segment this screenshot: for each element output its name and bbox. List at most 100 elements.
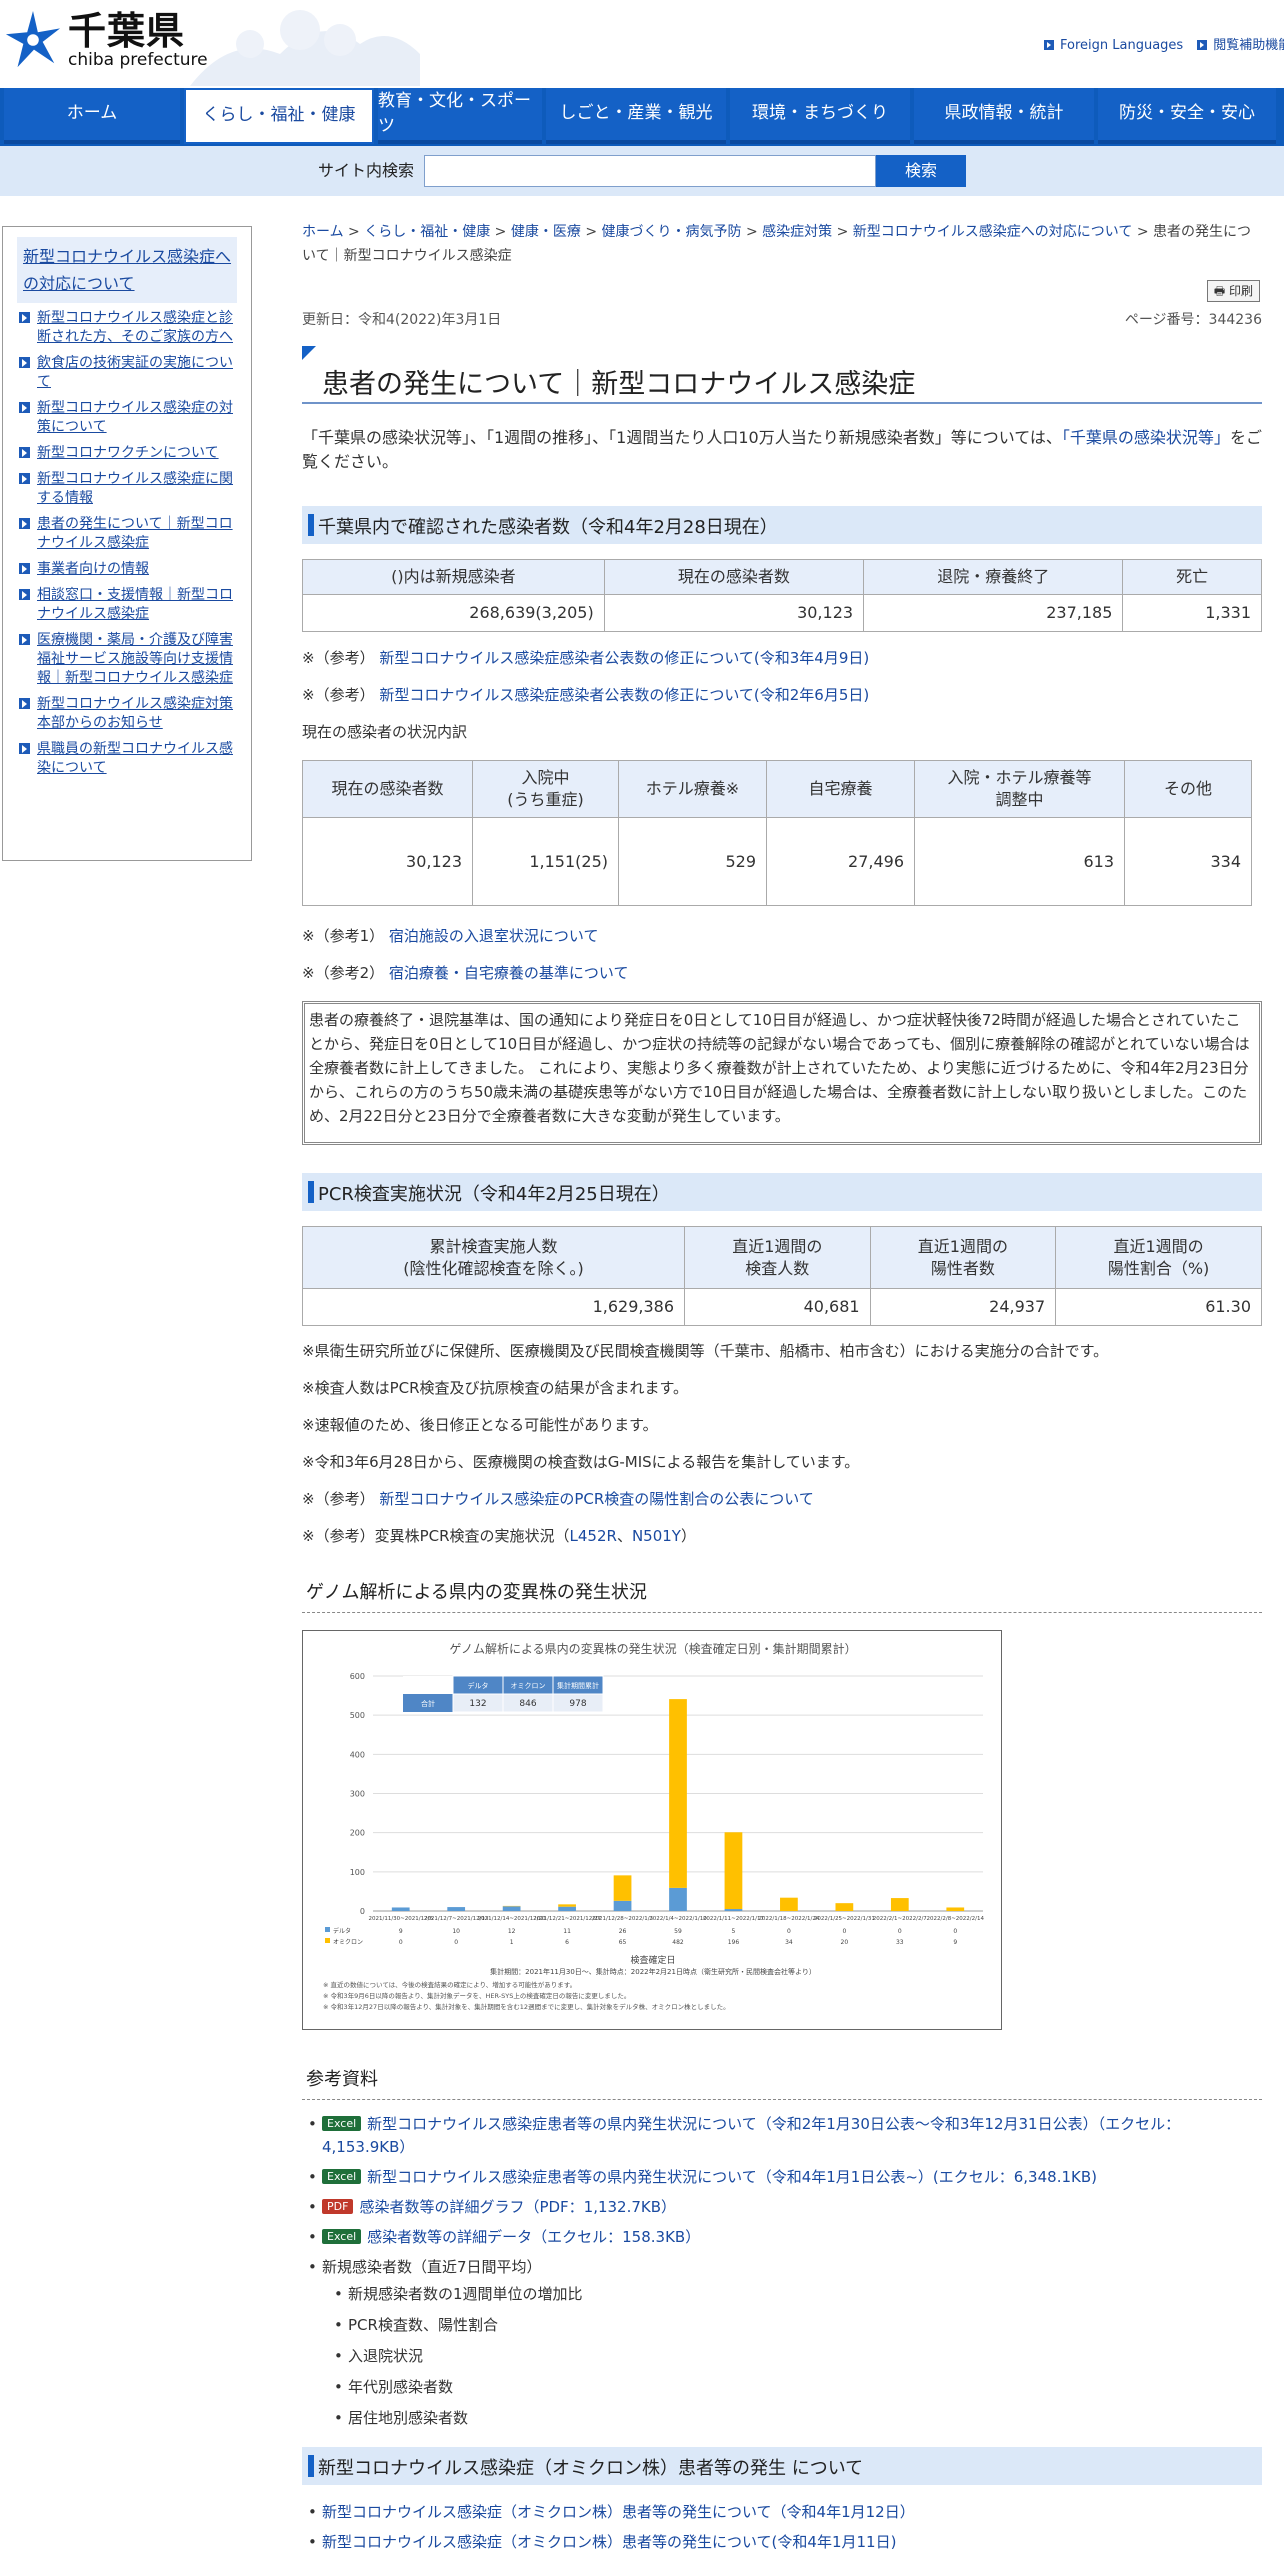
x-tick-label: 2022/2/1~2022/2/7 bbox=[873, 1916, 928, 1922]
nav-environment[interactable]: 環境・まちづくり bbox=[730, 88, 910, 144]
sidebar-item[interactable]: 新型コロナウイルス感染症に関する情報 bbox=[17, 470, 237, 508]
summary-header: デルタ bbox=[468, 1681, 489, 1690]
printer-icon: 🖶 bbox=[1213, 284, 1226, 298]
sidebar-item[interactable]: 新型コロナワクチンについて bbox=[17, 444, 237, 463]
section-genome-heading: ゲノム解析による県内の変異株の発生状況 bbox=[302, 1573, 1262, 1613]
arrow-icon bbox=[1044, 40, 1054, 50]
download-link[interactable]: 新型コロナウイルス感染症患者等の県内発生状況について（令和2年1月30日公表～令… bbox=[322, 2115, 1180, 2156]
summary-corner bbox=[403, 1676, 453, 1694]
download-link[interactable]: 新型コロナウイルス感染症患者等の県内発生状況について（令和4年1月1日公表~）(… bbox=[367, 2168, 1097, 2186]
sidebar-item[interactable]: 事業者向けの情報 bbox=[17, 560, 237, 579]
list-item: Excel 感染者数等の詳細データ（エクセル：158.3KB） bbox=[308, 2226, 1258, 2249]
x-axis-label: 検査確定日 bbox=[630, 1954, 675, 1966]
search-button[interactable]: 検索 bbox=[876, 155, 967, 187]
table-header: 自宅療養 bbox=[766, 760, 915, 818]
sidebar-item[interactable]: 相談窓口・支援情報｜新型コロナウイルス感染症 bbox=[17, 586, 237, 624]
breadcrumb-link[interactable]: 新型コロナウイルス感染症への対応について bbox=[853, 224, 1133, 240]
chart-footnote: ※ 令和3年12月27日以降の報告より、集計対象を、集計期間を含む12週間までに… bbox=[323, 2002, 730, 2011]
pcr-note: ※県衛生研究所並びに保健所、医療機関及び民間検査機関等（千葉市、船橋市、柏市含む… bbox=[302, 1342, 1109, 1360]
ref-link[interactable]: 宿泊施設の入退室状況について bbox=[389, 927, 599, 945]
bar-omicron bbox=[613, 1875, 632, 1901]
omicron-link[interactable]: 新型コロナウイルス感染症（オミクロン株）患者等の発生について（令和4年1月12日… bbox=[322, 2503, 915, 2521]
bar-delta bbox=[669, 1887, 687, 1911]
table-cell: 334 bbox=[1124, 817, 1252, 906]
nav-prefecture[interactable]: 県政情報・統計 bbox=[914, 88, 1094, 144]
section-cases-heading: 千葉県内で確認された感染者数（令和4年2月28日現在） bbox=[302, 506, 1262, 544]
nav-living[interactable]: くらし・福祉・健康 bbox=[184, 88, 374, 144]
table-cell: 27,496 bbox=[766, 817, 915, 906]
breakdown-label: 現在の感染者の状況内訳 bbox=[302, 723, 468, 741]
nav-disaster[interactable]: 防災・安全・安心 bbox=[1098, 88, 1276, 144]
sidebar-item[interactable]: 患者の発生について｜新型コロナウイルス感染症 bbox=[17, 515, 237, 553]
sidebar-item[interactable]: 新型コロナウイルス感染症対策本部からのお知らせ bbox=[17, 695, 237, 733]
download-link[interactable]: 感染者数等の詳細グラフ（PDF：1,132.7KB） bbox=[359, 2198, 676, 2216]
search-input[interactable] bbox=[424, 155, 877, 187]
legend-label: デルタ bbox=[333, 1927, 351, 1935]
site-search-bar: サイト内検索 検索 bbox=[0, 146, 1284, 196]
x-tick-label: 2022/1/4~2022/1/10 bbox=[649, 1916, 707, 1922]
sidebar-item[interactable]: 医療機関・薬局・介護及び障害福祉サービス施設等向け支援情報｜新型コロナウイルス感… bbox=[17, 631, 237, 688]
table-cell: 24,937 bbox=[869, 1288, 1057, 1326]
data-label: 0 bbox=[898, 1928, 902, 1935]
ref-link[interactable]: 新型コロナウイルス感染症感染者公表数の修正について(令和3年4月9日) bbox=[379, 649, 869, 667]
x-tick-label: 2022/1/18~2022/1/24 bbox=[758, 1916, 820, 1922]
nav-home[interactable]: ホーム bbox=[4, 88, 180, 144]
legend-swatch bbox=[325, 1938, 330, 1943]
sidebar-item[interactable]: 新型コロナウイルス感染症の対策について bbox=[17, 399, 237, 437]
sidebar-title[interactable]: 新型コロナウイルス感染症への対応について bbox=[17, 237, 237, 303]
table-header: 累計検査実施人数 (陰性化確認検査を除く。) bbox=[302, 1226, 685, 1289]
ref-link[interactable]: 新型コロナウイルス感染症のPCR検査の陽性割合の公表について bbox=[379, 1490, 814, 1508]
sidebar-item[interactable]: 飲食店の技術実証の実施について bbox=[17, 354, 237, 392]
print-button[interactable]: 🖶 印刷 bbox=[1206, 280, 1260, 302]
sidebar-item[interactable]: 新型コロナウイルス感染症と診断された方、そのご家族の方へ bbox=[17, 309, 237, 347]
breadcrumb-link[interactable]: 健康・医療 bbox=[511, 224, 581, 240]
omicron-list: 新型コロナウイルス感染症（オミクロン株）患者等の発生について（令和4年1月12日… bbox=[308, 2501, 1258, 2561]
breakdown-table: 現在の感染者数 入院中 (うち重症) ホテル療養※ 自宅療養 入院・ホテル療養等… bbox=[302, 760, 1252, 906]
breadcrumb-link[interactable]: 感染症対策 bbox=[762, 224, 832, 240]
global-nav: ホーム くらし・福祉・健康 教育・文化・スポーツ しごと・産業・観光 環境・まち… bbox=[0, 88, 1284, 146]
foreign-languages-link[interactable]: Foreign Languages bbox=[1044, 36, 1183, 56]
ref-line: ※（参考1） 宿泊施設の入退室状況について bbox=[302, 927, 599, 945]
data-label: 9 bbox=[399, 1928, 403, 1935]
bar-omicron bbox=[890, 1898, 909, 1911]
infection-status-link[interactable]: 「千葉県の感染状況等」 bbox=[1062, 428, 1230, 447]
breadcrumb: ホーム > くらし・福祉・健康 > 健康・医療 > 健康づくり・病気予防 > 感… bbox=[302, 220, 1262, 268]
n501y-link[interactable]: N501Y bbox=[632, 1527, 681, 1545]
y-tick-label: 600 bbox=[350, 1672, 365, 1681]
data-label: 20 bbox=[841, 1939, 849, 1946]
excel-icon: Excel bbox=[322, 2229, 362, 2244]
download-link[interactable]: 感染者数等の詳細データ（エクセル：158.3KB） bbox=[367, 2228, 700, 2246]
ref-line: ※（参考2） 宿泊療養・自宅療養の基準について bbox=[302, 964, 629, 982]
nav-education[interactable]: 教育・文化・スポーツ bbox=[378, 88, 542, 144]
omicron-link[interactable]: 新型コロナウイルス感染症（オミクロン株）患者等の発生について(令和4年1月11日… bbox=[322, 2533, 896, 2551]
table-cell: 237,185 bbox=[863, 594, 1124, 632]
table-cell: 1,629,386 bbox=[302, 1288, 685, 1326]
section-references-heading: 参考資料 bbox=[302, 2060, 1262, 2100]
sub-list: 新規感染者数の1週間単位の増加比 PCR検査数、陽性割合 入退院状況 年代別感染… bbox=[334, 2283, 1258, 2430]
breadcrumb-separator: > bbox=[741, 224, 763, 240]
breadcrumb-link[interactable]: ホーム bbox=[302, 224, 344, 240]
table-header: 死亡 bbox=[1122, 559, 1262, 595]
data-label: 65 bbox=[619, 1939, 627, 1946]
table-header: 直近1週間の 検査人数 bbox=[684, 1226, 871, 1289]
summary-value: 132 bbox=[469, 1699, 486, 1709]
bar-omicron bbox=[669, 1699, 687, 1888]
accessibility-link[interactable]: 閲覧補助機能 bbox=[1197, 36, 1284, 56]
table-cell: 529 bbox=[618, 817, 767, 906]
pdf-icon: PDF bbox=[322, 2199, 354, 2214]
section-omicron-heading: 新型コロナウイルス感染症（オミクロン株）患者等の発生 について bbox=[302, 2447, 1262, 2485]
l452r-link[interactable]: L452R bbox=[570, 1527, 617, 1545]
x-tick-label: 2022/1/25~2022/1/31 bbox=[814, 1916, 875, 1922]
nav-work[interactable]: しごと・産業・観光 bbox=[546, 88, 726, 144]
pcr-note: ※令和3年6月28日から、医療機関の検査数はG-MISによる報告を集計しています… bbox=[302, 1453, 860, 1471]
table-header: その他 bbox=[1124, 760, 1252, 818]
breadcrumb-link[interactable]: くらし・福祉・健康 bbox=[364, 224, 490, 240]
table-header: 退院・療養終了 bbox=[863, 559, 1124, 595]
table-cell: 613 bbox=[914, 817, 1125, 906]
breadcrumb-link[interactable]: 健康づくり・病気予防 bbox=[602, 224, 742, 240]
ref-link[interactable]: 新型コロナウイルス感染症感染者公表数の修正について(令和2年6月5日) bbox=[379, 686, 869, 704]
ref-link[interactable]: 宿泊療養・自宅療養の基準について bbox=[389, 964, 629, 982]
sidebar-item[interactable]: 県職員の新型コロナウイルス感染について bbox=[17, 740, 237, 778]
site-logo[interactable]: 千葉県 chiba prefecture bbox=[4, 8, 208, 72]
reference-list: Excel 新型コロナウイルス感染症患者等の県内発生状況について（令和2年1月30… bbox=[308, 2113, 1258, 2438]
